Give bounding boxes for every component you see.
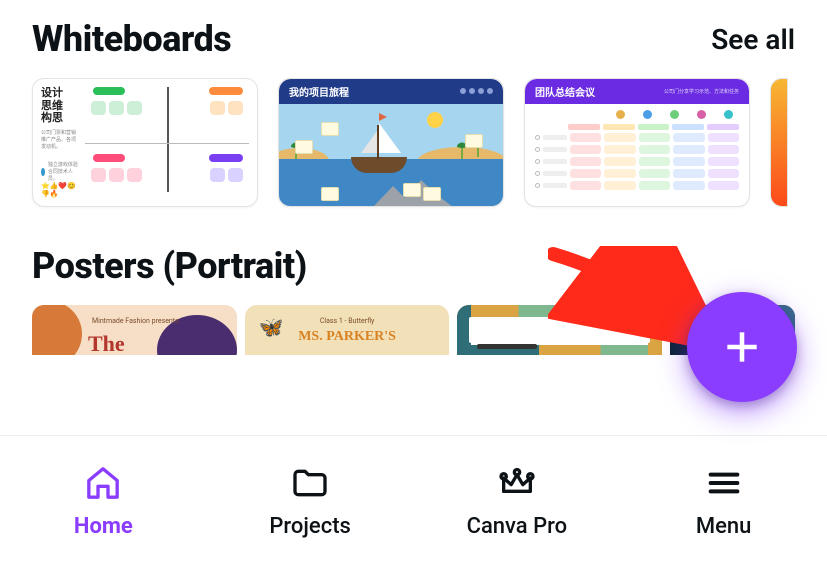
- nav-projects[interactable]: Projects: [207, 436, 414, 565]
- section-title-whiteboards: Whiteboards: [32, 18, 231, 60]
- whiteboard-template-card[interactable]: 设计 思维 构思 公司门票和营销推广产品、各项发动机。 独立游戏体验合同技术人员…: [32, 78, 258, 207]
- posters-header: Posters (Portrait): [0, 245, 827, 305]
- whiteboards-row: 设计 思维 构思 公司门票和营销推广产品、各项发动机。 独立游戏体验合同技术人员…: [0, 78, 827, 245]
- nav-menu[interactable]: Menu: [620, 436, 827, 565]
- wb1-title: 设计 思维 构思: [41, 87, 79, 125]
- bottom-nav: Home Projects Canva Pro Me: [0, 435, 827, 565]
- section-title-posters: Posters (Portrait): [32, 245, 307, 287]
- poster-template-card[interactable]: Mintmade Fashion presents The: [32, 305, 237, 355]
- whiteboard-template-card[interactable]: 我的项目旅程: [278, 78, 504, 207]
- home-icon: [82, 462, 124, 504]
- wb3-title: 团队总结会议: [535, 84, 595, 99]
- wb2-title: 我的项目旅程: [289, 84, 349, 99]
- see-all-link-whiteboards[interactable]: See all: [711, 23, 795, 56]
- plus-icon: [720, 325, 764, 369]
- folder-icon: [289, 462, 331, 504]
- crown-icon: [496, 462, 538, 504]
- whiteboards-header: Whiteboards See all: [0, 0, 827, 78]
- nav-canva-pro[interactable]: Canva Pro: [414, 436, 621, 565]
- whiteboard-template-card-partial[interactable]: [770, 78, 788, 207]
- poster-template-card[interactable]: [457, 305, 662, 355]
- poster-template-card[interactable]: 🦋 Class 1 - Butterfly MS. PARKER'S: [245, 305, 450, 355]
- create-new-button[interactable]: [687, 292, 797, 402]
- nav-home[interactable]: Home: [0, 436, 207, 565]
- menu-icon: [703, 462, 745, 504]
- whiteboard-template-card[interactable]: 团队总结会议 公司门分享学习示范、方法和任务: [524, 78, 750, 207]
